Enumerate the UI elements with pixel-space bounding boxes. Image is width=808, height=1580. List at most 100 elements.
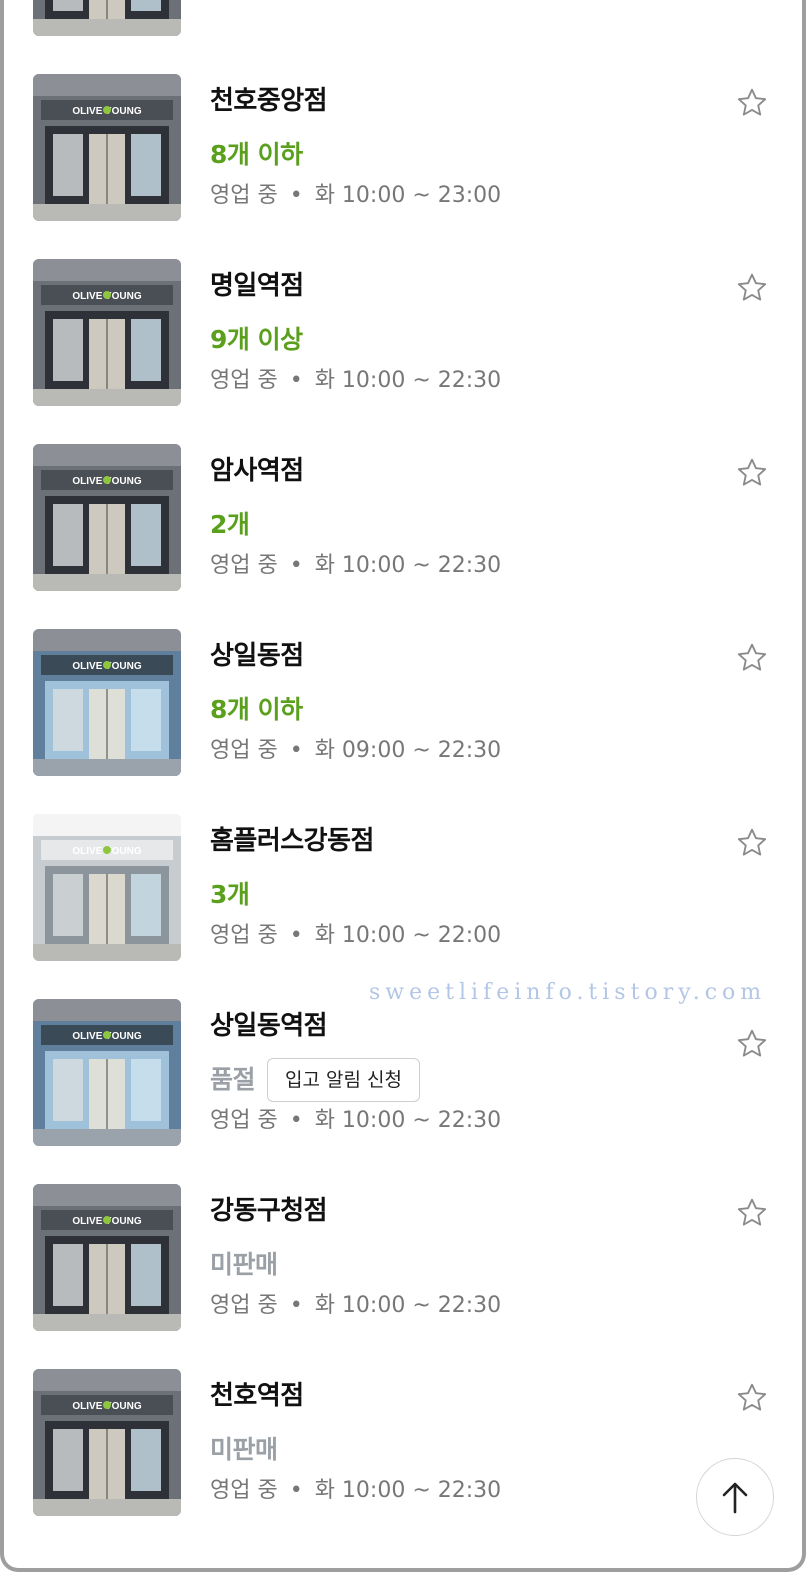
opening-hours: 화 10:00 ~ 22:30: [314, 1108, 502, 1133]
open-status: 영업 중: [210, 738, 278, 763]
favorite-button[interactable]: [735, 826, 769, 860]
hours-row: 영업 중 • 화 10:00 ~ 22:30: [210, 1476, 712, 1506]
open-status: 영업 중: [210, 923, 278, 948]
watermark: sweetlifeinfo.tistory.com: [369, 980, 767, 1005]
store-name: 명일역점: [210, 271, 304, 301]
hours-row: 영업 중 • 화 10:00 ~ 22:00: [210, 921, 712, 951]
store-name: 상일동점: [210, 641, 304, 671]
store-photo: OLIVE YOUNG: [33, 629, 181, 776]
opening-hours: 화 10:00 ~ 22:30: [314, 1478, 502, 1503]
star-outline-icon: [737, 88, 767, 116]
store-list-item[interactable]: OLIVE YOUNG 천호역점 미판매 영업 중 • 화 10:00 ~ 22:3…: [4, 1367, 802, 1552]
opening-hours: 화 10:00 ~ 23:00: [314, 183, 502, 208]
separator-dot: •: [289, 923, 303, 948]
store-info: 홈플러스강동점 3개 영업 중 • 화 10:00 ~ 22:00: [210, 825, 712, 951]
store-info: 암사역점 2개 영업 중 • 화 10:00 ~ 22:30: [210, 455, 712, 581]
store-photo: OLIVE YOUNG: [33, 444, 181, 591]
store-name: 천호역점: [210, 1381, 304, 1411]
separator-dot: •: [289, 738, 303, 763]
store-list-item[interactable]: OLIVE YOUNG 상일동역점 품절 입고 알림 신청 영업 중 • 화 10:…: [4, 997, 802, 1182]
store-name: 천호중앙점: [210, 86, 328, 116]
store-info: 상일동점 8개 이하 영업 중 • 화 09:00 ~ 22:30: [210, 640, 712, 766]
store-name: 강동구청점: [210, 1196, 328, 1226]
opening-hours: 화 10:00 ~ 22:30: [314, 1293, 502, 1318]
stock-status: 8개 이하: [210, 695, 303, 724]
separator-dot: •: [289, 1108, 303, 1133]
hours-row: 영업 중 • 화 10:00 ~ 22:30: [210, 1106, 712, 1136]
favorite-button[interactable]: [735, 456, 769, 490]
open-status: 영업 중: [210, 553, 278, 578]
stock-status: 품절: [210, 1065, 256, 1094]
store-name: 상일동역점: [210, 1011, 328, 1041]
stock-row: 미판매: [210, 1430, 712, 1470]
arrow-up-icon: [722, 1482, 748, 1514]
store-info: 천호중앙점 8개 이하 영업 중 • 화 10:00 ~ 23:00: [210, 85, 712, 211]
stock-status: 미판매: [210, 1435, 278, 1464]
scroll-top-button[interactable]: [696, 1458, 774, 1536]
favorite-button[interactable]: [735, 271, 769, 305]
store-photo: OLIVE YOUNG: [33, 259, 181, 406]
store-info: 명일역점 9개 이상 영업 중 • 화 10:00 ~ 22:30: [210, 270, 712, 396]
store-list-item[interactable]: OLIVE YOUNG 암사역점 2개 영업 중 • 화 10:00 ~ 22:30: [4, 442, 802, 627]
open-status: 영업 중: [210, 1108, 278, 1133]
favorite-button[interactable]: [735, 1381, 769, 1415]
favorite-button[interactable]: [735, 86, 769, 120]
store-info: 강동구청점 미판매 영업 중 • 화 10:00 ~ 22:30: [210, 1195, 712, 1321]
star-outline-icon: [737, 828, 767, 856]
stock-row: 9개 이상: [210, 320, 712, 360]
store-list-item[interactable]: OLIVE YOUNG 상일동점 8개 이하 영업 중 • 화 09:00 ~ 22…: [4, 627, 802, 812]
store-name: 암사역점: [210, 456, 304, 486]
store-name: 홈플러스강동점: [210, 826, 374, 856]
opening-hours: 화 10:00 ~ 22:00: [314, 923, 502, 948]
star-outline-icon: [737, 1029, 767, 1057]
store-list-item[interactable]: OLIVE YOUNG 명일역점 9개 이상 영업 중 • 화 10:00 ~ 22…: [4, 257, 802, 442]
store-info: 천호역점 미판매 영업 중 • 화 10:00 ~ 22:30: [210, 1380, 712, 1506]
stock-row: 8개 이하: [210, 690, 712, 730]
favorite-button[interactable]: [735, 1027, 769, 1061]
star-outline-icon: [737, 458, 767, 486]
store-photo: OLIVE YOUNG: [33, 1184, 181, 1331]
opening-hours: 화 10:00 ~ 22:30: [314, 368, 502, 393]
store-photo: OLIVE YOUNG: [33, 1369, 181, 1516]
opening-hours: 화 10:00 ~ 22:30: [314, 553, 502, 578]
favorite-button[interactable]: [735, 1196, 769, 1230]
hours-row: 영업 중 • 화 10:00 ~ 23:00: [210, 181, 712, 211]
restock-notify-button[interactable]: 입고 알림 신청: [267, 1058, 420, 1102]
stock-status: 미판매: [210, 1250, 278, 1279]
separator-dot: •: [289, 368, 303, 393]
store-list-item[interactable]: OLIVE YOUNG 영업 중•화 10:00 ~ 22:30: [4, 0, 802, 72]
store-list-item[interactable]: OLIVE YOUNG 홈플러스강동점 3개 영업 중 • 화 10:00 ~ 22…: [4, 812, 802, 997]
stock-status: 2개: [210, 510, 250, 539]
star-outline-icon: [737, 273, 767, 301]
stock-row: 2개: [210, 505, 712, 545]
opening-hours: 화 09:00 ~ 22:30: [314, 738, 502, 763]
store-photo: OLIVE YOUNG: [33, 0, 181, 36]
stock-row: 8개 이하: [210, 135, 712, 175]
stock-status: 9개 이상: [210, 325, 303, 354]
store-photo: OLIVE YOUNG: [33, 814, 181, 961]
open-status: 영업 중: [210, 368, 278, 393]
store-photo: OLIVE YOUNG: [33, 999, 181, 1146]
store-list-item[interactable]: OLIVE YOUNG 강동구청점 미판매 영업 중 • 화 10:00 ~ 22:…: [4, 1182, 802, 1367]
open-status: 영업 중: [210, 1293, 278, 1318]
separator-dot: •: [289, 1478, 303, 1503]
separator-dot: •: [289, 553, 303, 578]
separator-dot: •: [289, 1293, 303, 1318]
open-status: 영업 중: [210, 183, 278, 208]
app-frame: OLIVE YOUNG 영업 중•화 10:00 ~ 22:30 OLIV: [0, 0, 806, 1572]
store-photo: OLIVE YOUNG: [33, 74, 181, 221]
hours-row: 영업 중 • 화 10:00 ~ 22:30: [210, 366, 712, 396]
stock-row: 품절 입고 알림 신청: [210, 1058, 712, 1102]
star-outline-icon: [737, 1198, 767, 1226]
star-outline-icon: [737, 1383, 767, 1411]
open-status: 영업 중: [210, 1478, 278, 1503]
stock-status: 8개 이하: [210, 140, 303, 169]
stock-row: 3개: [210, 875, 712, 915]
favorite-button[interactable]: [735, 641, 769, 675]
stock-status: 3개: [210, 880, 250, 909]
hours-row: 영업 중 • 화 09:00 ~ 22:30: [210, 736, 712, 766]
store-list-item[interactable]: OLIVE YOUNG 천호중앙점 8개 이하 영업 중 • 화 10:00 ~ 2…: [4, 72, 802, 257]
store-info: 상일동역점 품절 입고 알림 신청 영업 중 • 화 10:00 ~ 22:30: [210, 1010, 712, 1136]
hours-row: 영업 중 • 화 10:00 ~ 22:30: [210, 551, 712, 581]
star-outline-icon: [737, 643, 767, 671]
